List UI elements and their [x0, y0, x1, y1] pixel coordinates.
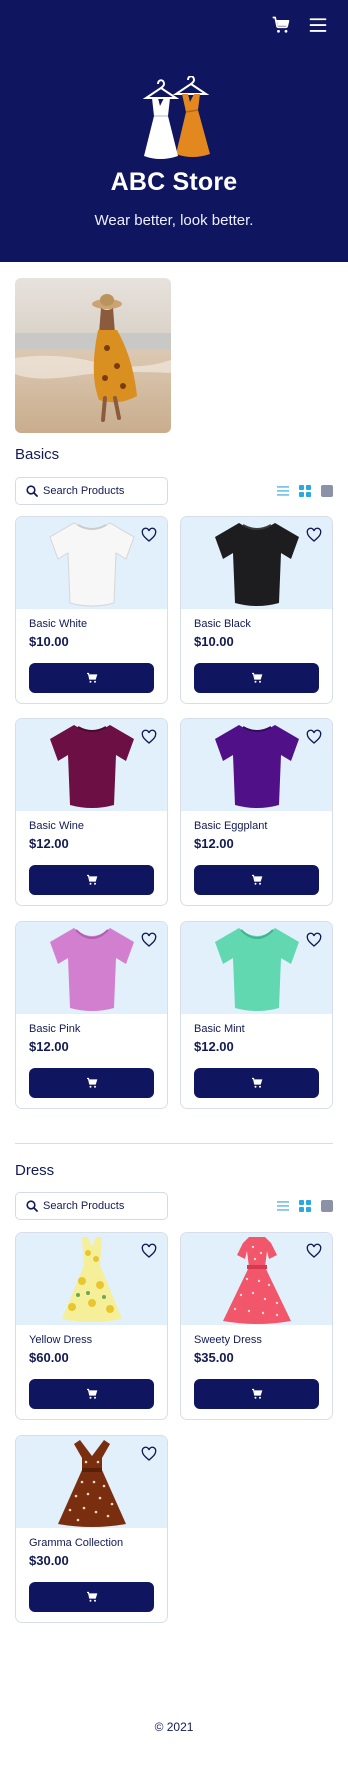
product-name: Basic Black [194, 618, 251, 630]
product-card[interactable]: Basic Pink $12.00 [15, 921, 168, 1109]
heart-icon[interactable] [141, 932, 157, 948]
product-card[interactable]: Basic Wine $12.00 [15, 718, 168, 906]
heart-icon[interactable] [306, 527, 322, 543]
beach-banner-image [15, 278, 171, 433]
cart-icon [251, 672, 262, 683]
heart-icon[interactable] [141, 1446, 157, 1462]
cart-icon [86, 874, 97, 885]
single-view-icon[interactable] [321, 1200, 333, 1212]
product-price: $10.00 [29, 634, 69, 649]
search-input[interactable] [43, 1197, 161, 1215]
heart-icon[interactable] [141, 729, 157, 745]
product-card[interactable]: Basic White $10.00 [15, 516, 168, 704]
search-input[interactable] [43, 482, 161, 500]
cart-icon[interactable] [271, 15, 291, 35]
product-card[interactable]: Basic Black $10.00 [180, 516, 333, 704]
add-to-cart-button[interactable] [29, 1068, 154, 1098]
search-field[interactable] [15, 477, 168, 505]
add-to-cart-button[interactable] [29, 1582, 154, 1612]
product-card[interactable]: Yellow Dress $60.00 [15, 1232, 168, 1420]
product-price: $12.00 [29, 836, 69, 851]
cart-icon [86, 1591, 97, 1602]
add-to-cart-button[interactable] [29, 1379, 154, 1409]
product-price: $30.00 [29, 1553, 69, 1568]
add-to-cart-button[interactable] [29, 865, 154, 895]
product-card[interactable]: Sweety Dress $35.00 [180, 1232, 333, 1420]
add-to-cart-button[interactable] [194, 865, 319, 895]
hamburger-menu-icon[interactable] [308, 15, 328, 35]
cart-icon [251, 1077, 262, 1088]
cart-icon [251, 1388, 262, 1399]
product-image [16, 517, 167, 609]
heart-icon[interactable] [141, 527, 157, 543]
section-title-dress: Dress [15, 1162, 55, 1179]
cart-icon [86, 1388, 97, 1399]
list-view-icon[interactable] [277, 1200, 289, 1212]
heart-icon[interactable] [306, 932, 322, 948]
grid-view-icon[interactable] [299, 1200, 311, 1212]
cart-icon [86, 1077, 97, 1088]
product-image [16, 922, 167, 1014]
search-icon [26, 485, 38, 497]
section-divider [15, 1143, 333, 1144]
product-image [181, 719, 332, 811]
section-title-basics: Basics [15, 446, 60, 463]
product-name: Gramma Collection [29, 1537, 124, 1549]
product-card[interactable]: Gramma Collection $30.00 [15, 1435, 168, 1623]
single-view-icon[interactable] [321, 485, 333, 497]
list-view-icon[interactable] [277, 485, 289, 497]
heart-icon[interactable] [306, 729, 322, 745]
product-image [181, 1233, 332, 1325]
product-image [181, 922, 332, 1014]
grid-view-icon[interactable] [299, 485, 311, 497]
product-name: Basic Wine [29, 820, 85, 832]
product-name: Basic Eggplant [194, 820, 268, 832]
product-price: $12.00 [194, 836, 234, 851]
product-image [16, 719, 167, 811]
heart-icon[interactable] [141, 1243, 157, 1259]
add-to-cart-button[interactable] [29, 663, 154, 693]
add-to-cart-button[interactable] [194, 1379, 319, 1409]
heart-icon[interactable] [306, 1243, 322, 1259]
product-price: $60.00 [29, 1350, 69, 1365]
footer-copyright: © 2021 [154, 1720, 194, 1734]
search-field[interactable] [15, 1192, 168, 1220]
add-to-cart-button[interactable] [194, 1068, 319, 1098]
product-image [181, 517, 332, 609]
product-price: $12.00 [29, 1039, 69, 1054]
search-icon [26, 1200, 38, 1212]
store-title: ABC Store [110, 168, 238, 196]
product-image [16, 1436, 167, 1528]
product-name: Yellow Dress [29, 1334, 93, 1346]
product-name: Basic White [29, 618, 88, 630]
cart-icon [251, 874, 262, 885]
product-name: Basic Mint [194, 1023, 245, 1035]
product-name: Basic Pink [29, 1023, 81, 1035]
product-price: $12.00 [194, 1039, 234, 1054]
product-price: $35.00 [194, 1350, 234, 1365]
product-card[interactable]: Basic Eggplant $12.00 [180, 718, 333, 906]
store-tagline: Wear better, look better. [94, 212, 254, 229]
cart-icon [86, 672, 97, 683]
add-to-cart-button[interactable] [194, 663, 319, 693]
hero-header: ABC Store Wear better, look better. [0, 0, 348, 262]
store-logo [142, 76, 210, 159]
product-card[interactable]: Basic Mint $12.00 [180, 921, 333, 1109]
product-image [16, 1233, 167, 1325]
product-name: Sweety Dress [194, 1334, 262, 1346]
product-price: $10.00 [194, 634, 234, 649]
